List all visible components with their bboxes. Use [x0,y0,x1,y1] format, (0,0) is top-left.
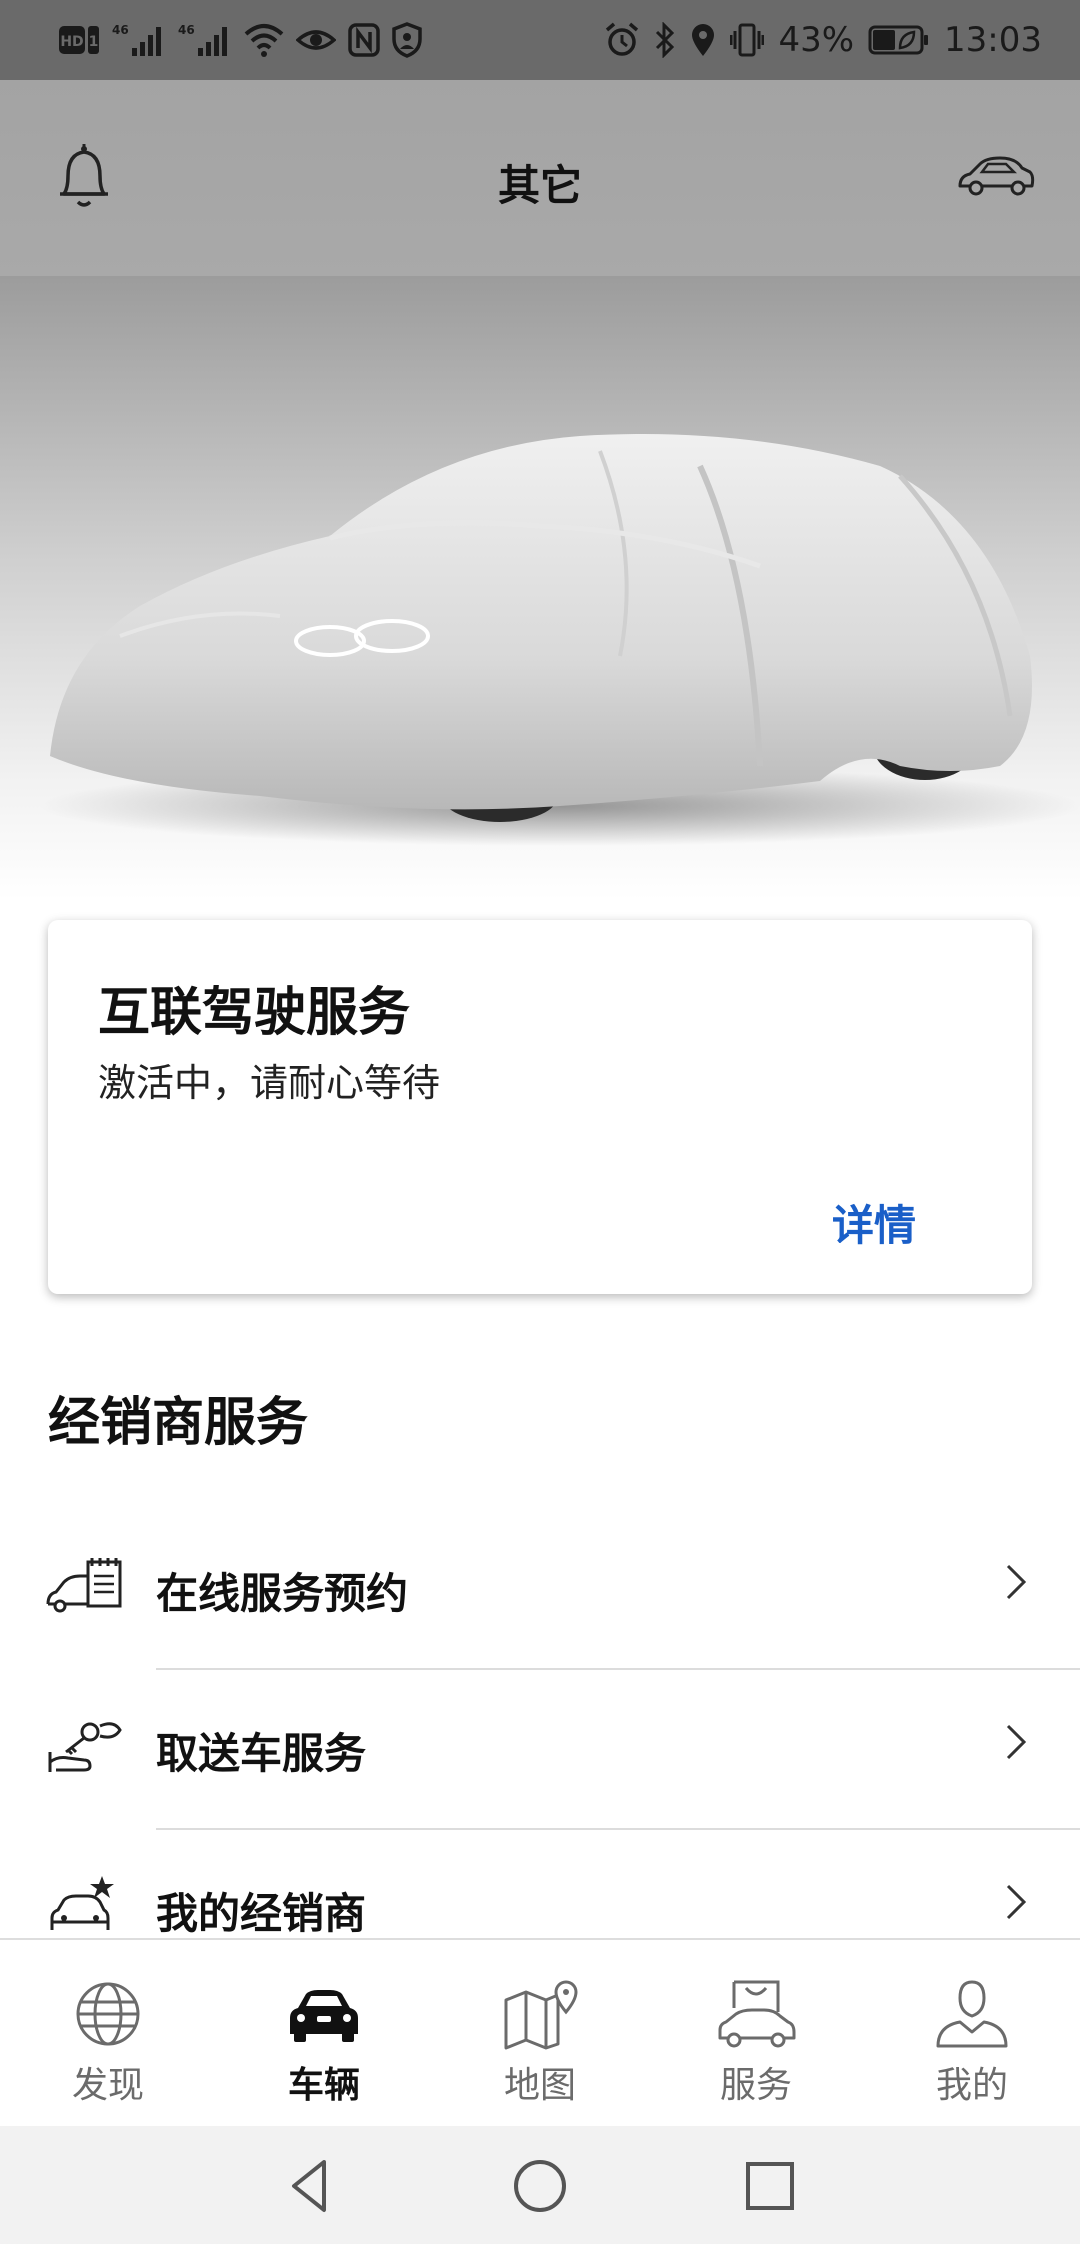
connected-drive-card: 互联驾驶服务 激活中，请耐心等待 详情 [48,920,1032,1294]
recent-apps-icon[interactable] [740,2156,800,2216]
details-link[interactable]: 详情 [832,1192,916,1253]
map-icon [504,1980,578,2050]
home-icon[interactable] [510,2156,570,2216]
signal-4g-icon: 46 [112,23,161,56]
nfc-icon [348,23,380,57]
car-switch-icon[interactable] [956,150,1036,202]
tab-vehicle[interactable]: 车辆 [216,1940,432,2126]
tab-discover[interactable]: 发现 [0,1940,216,2126]
page-title: 其它 [497,161,582,210]
svg-text:HD: HD [60,34,83,50]
wifi-icon [244,24,284,57]
car-calendar-icon [46,1558,122,1613]
bottom-tab-bar: 发现 车辆 地图 服务 我的 [0,1938,1080,2126]
bluetooth-icon [656,22,675,58]
status-right: 43% 13:03 [604,18,1042,62]
alarm-icon [606,22,639,56]
battery-percent: 43% [778,20,855,60]
vibrate-icon [730,23,765,57]
tab-label: 地图 [503,2065,576,2106]
system-navigation-bar [0,2126,1080,2244]
eye-icon [296,30,336,50]
card-status: 激活中，请耐心等待 [98,1061,441,1105]
row-label: 取送车服务 [156,1729,367,1778]
tab-label: 我的 [935,2065,1008,2106]
key-handover-icon [48,1722,122,1772]
row-label: 我的经销商 [156,1889,367,1938]
vehicle-image [0,276,1080,900]
location-icon [692,24,715,56]
tab-services[interactable]: 服务 [648,1940,864,2126]
svg-text:1: 1 [89,34,99,50]
status-bar: HD 1 46 46 43% 13:03 [0,0,1080,80]
tab-profile[interactable]: 我的 [864,1940,1080,2126]
svg-text:46: 46 [112,23,129,37]
hd-icon: HD 1 [59,26,99,54]
list-item-pickup-delivery[interactable]: 取送车服务 [0,1670,1080,1830]
covered-car-illustration [40,434,1080,846]
tab-map[interactable]: 地图 [432,1940,648,2126]
shield-icon [392,22,422,58]
car-icon [290,1990,358,2042]
tab-label: 车辆 [287,2065,360,2106]
shopping-bag-car-icon [718,1980,796,2048]
globe-icon [76,1982,140,2046]
app-header: 其它 [0,80,1080,276]
section-title: 经销商服务 [48,1393,309,1453]
signal-4g-icon: 46 [178,23,227,56]
list-item-online-booking[interactable]: 在线服务预约 [0,1510,1080,1670]
row-label: 在线服务预约 [156,1569,409,1618]
tab-label: 服务 [719,2065,792,2106]
person-icon [936,1980,1008,2048]
chevron-right-icon [1006,1564,1027,1600]
dealer-services-list: 在线服务预约 取送车服务 我的经销商 [0,1510,1080,1990]
svg-text:46: 46 [178,23,195,37]
tab-label: 发现 [71,2065,144,2106]
chevron-right-icon [1006,1884,1027,1920]
back-icon[interactable] [280,2156,340,2216]
status-left: HD 1 46 46 [58,18,422,62]
battery-icon [868,25,929,55]
card-title: 互联驾驶服务 [98,983,411,1043]
chevron-right-icon [1006,1724,1027,1760]
car-star-icon [50,1876,114,1930]
clock: 13:03 [944,20,1042,60]
